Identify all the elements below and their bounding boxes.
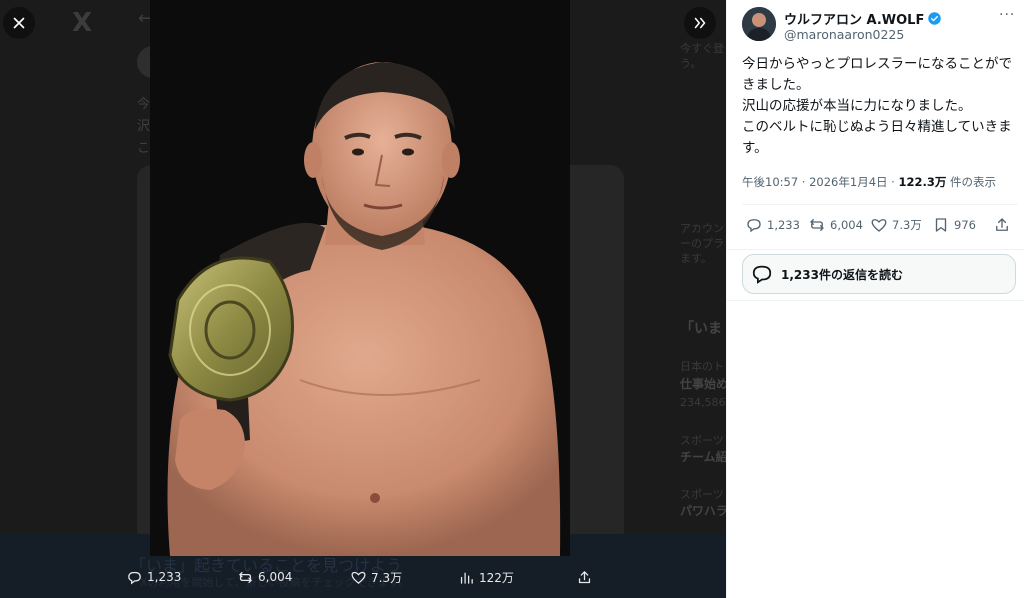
background-sidebar-text: チーム紹	[680, 450, 726, 464]
media-views-count: 122万	[479, 570, 514, 585]
divider	[742, 204, 1018, 205]
media-views-button[interactable]: 122万	[458, 569, 514, 586]
divider	[727, 249, 1024, 250]
media-reply-count: 1,233	[147, 570, 182, 584]
background-sidebar-text: パワハラ	[680, 504, 726, 518]
tweet-text-line: 今日からやっとプロレスラーになることがで	[742, 56, 1012, 72]
background-sidebar-text: アカウン	[680, 222, 724, 235]
background-sidebar-heading: 「いま	[680, 321, 722, 337]
media-reply-button[interactable]: 1,233	[126, 569, 181, 586]
background-sidebar-text: 仕事始め	[680, 377, 726, 391]
author-name-text: ウルフアロン A.WOLF	[784, 13, 925, 28]
collapse-panel-button[interactable]	[684, 7, 716, 39]
author-handle[interactable]: @maronaaron0225	[784, 27, 904, 42]
tweet-photo[interactable]	[150, 0, 570, 556]
background-sidebar-text: 234,586	[680, 396, 726, 409]
reply-count: 1,233	[767, 218, 800, 232]
share-button[interactable]	[993, 216, 1015, 234]
tweet-text-line: このベルトに恥じぬよう日々精進していきま	[742, 119, 1012, 135]
wrestler-photo-illustration	[150, 0, 570, 556]
tweet-text-line: す。	[742, 140, 768, 156]
tweet-action-bar: 1,233 6,004 7.3万 976	[742, 216, 1018, 238]
repost-icon	[239, 571, 252, 583]
background-tweet-line: こ	[137, 141, 151, 156]
reply-icon	[128, 571, 141, 584]
close-icon	[13, 17, 25, 29]
bookmark-count: 976	[954, 218, 976, 232]
media-like-count: 7.3万	[371, 570, 403, 585]
tweet-text-line: きました。	[742, 77, 810, 93]
background-sidebar-text: う。	[680, 57, 702, 70]
avatar-image	[742, 7, 776, 41]
background-sidebar-text: スポーツ	[680, 488, 724, 501]
media-repost-count: 6,004	[258, 570, 293, 584]
heart-icon	[351, 571, 366, 584]
read-replies-button[interactable]: 1,233件の返信を読む	[742, 254, 1016, 294]
bookmark-icon	[935, 218, 947, 232]
background-tweet-line: 沢	[137, 119, 151, 134]
close-viewer-button[interactable]	[3, 7, 35, 39]
heart-icon	[871, 219, 887, 232]
author-name[interactable]: ウルフアロン A.WOLF	[784, 9, 942, 28]
media-repost-button[interactable]: 6,004	[237, 569, 292, 586]
background-sidebar-text: 今すぐ登	[680, 42, 724, 55]
background-tweet-line: 今	[137, 97, 151, 112]
more-options-icon[interactable]: ···	[999, 7, 1015, 23]
tweet-text: 今日からやっとプロレスラーになることがで きました。 沢山の応援が本当に力になり…	[742, 54, 1022, 159]
x-logo: X	[72, 8, 93, 38]
background-sidebar-text: ーのプラ	[680, 237, 724, 250]
verified-badge-icon	[928, 12, 942, 25]
tweet-text-line: 沢山の応援が本当に力になりました。	[742, 98, 972, 114]
tweet-metadata: 午後10:57 · 2026年1月4日 · 122.3万 件の表示	[742, 174, 996, 190]
tweet-view-label: 件の表示	[946, 175, 997, 189]
chevron-double-right-icon	[694, 17, 706, 29]
read-replies-label: 1,233件の返信を読む	[781, 267, 903, 282]
divider	[727, 300, 1024, 301]
background-sidebar-text: ます。	[680, 252, 712, 265]
repost-count: 6,004	[830, 218, 863, 232]
tweet-detail-panel: ウルフアロン A.WOLF @maronaaron0225 ··· 今日からやっ…	[726, 0, 1024, 598]
repost-button[interactable]: 6,004	[808, 216, 863, 234]
media-share-button[interactable]	[576, 569, 597, 586]
media-like-button[interactable]: 7.3万	[350, 569, 402, 586]
bookmark-button[interactable]: 976	[932, 216, 976, 234]
analytics-icon	[460, 572, 473, 584]
reply-button[interactable]: 1,233	[745, 216, 800, 234]
like-button[interactable]: 7.3万	[870, 216, 922, 234]
like-count: 7.3万	[892, 218, 922, 232]
media-action-bar: 1,233 6,004 7.3万 122万	[126, 565, 596, 589]
background-sidebar: 今すぐ登 う。 アカウン ーのプラ ます。 「いま 日本のト 仕事始め 234,…	[672, 0, 726, 598]
tweet-view-count: 122.3万	[898, 175, 947, 189]
reply-bubble-icon	[752, 265, 772, 284]
tweet-timestamp[interactable]: 午後10:57 · 2026年1月4日 ·	[742, 175, 898, 189]
reply-icon	[747, 219, 761, 233]
background-sidebar-text: スポーツ	[680, 434, 724, 447]
author-avatar[interactable]	[742, 7, 776, 41]
share-icon	[996, 218, 1008, 231]
share-icon	[578, 570, 591, 583]
repost-icon	[810, 219, 824, 231]
background-sidebar-text: 日本のト	[680, 360, 724, 373]
